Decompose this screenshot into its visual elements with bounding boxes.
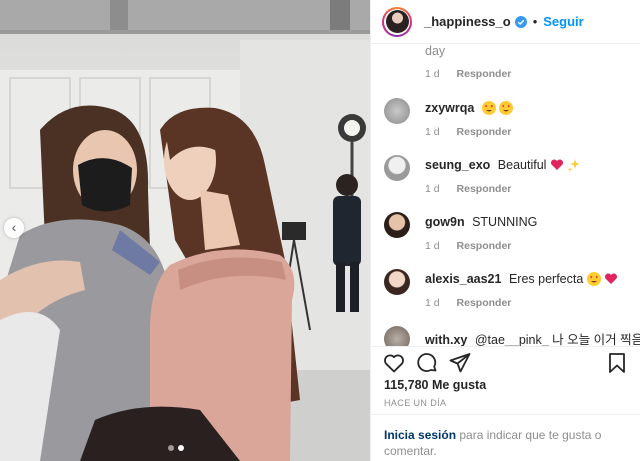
comment-username[interactable]: zxywrqa [425,101,474,115]
comment-body: zxywrqa [425,101,514,115]
reply-button[interactable]: Responder [457,183,512,195]
carousel-dots [168,445,184,451]
comment-body: gow9n STUNNING [425,215,537,229]
sparkles-emoji [567,159,581,172]
commenter-avatar[interactable] [384,212,410,238]
comments-list[interactable]: day 1 d Responder zxywrqa 1 d Responder [371,44,640,346]
comment-age: 1 d [425,240,440,252]
heart-eyes-emoji [481,101,496,115]
verified-badge-icon [514,15,527,28]
heart-icon[interactable] [382,351,406,375]
comment-meta: 1 d Responder [425,297,511,309]
comment-text: Beautiful [497,158,547,172]
commenter-avatar[interactable] [384,98,410,124]
post-timestamp: HACE UN DÍA [384,398,447,408]
reply-button[interactable]: Responder [457,126,512,138]
carousel-dot [168,445,174,451]
comment-username[interactable]: with.xy [425,333,467,346]
comment-username[interactable]: gow9n [425,215,465,229]
follow-button[interactable]: Seguir [543,14,583,29]
avatar[interactable] [382,6,412,37]
post-actions [371,346,640,374]
comment-username[interactable]: alexis_aas21 [425,272,501,286]
comment-age: 1 d [425,297,440,309]
red-heart-emoji [605,273,618,284]
heart-eyes-emoji [586,272,601,286]
comment-age: 1 d [425,68,440,80]
comment-text: Eres perfecta [508,272,584,286]
commenter-avatar[interactable] [384,269,410,295]
username-link[interactable]: _happiness_o [424,14,511,29]
reply-button[interactable]: Responder [457,297,512,309]
comment-item: zxywrqa 1 d Responder [371,96,640,152]
comment-body: alexis_aas21 Eres perfecta [425,272,618,286]
comment-meta: 1 d Responder [425,68,511,80]
comment-username[interactable]: seung_exo [425,158,490,172]
commenter-avatar[interactable] [384,326,410,346]
red-heart-emoji [550,159,563,170]
photo-scene [0,0,370,461]
share-icon[interactable] [448,351,472,375]
post-header: _happiness_o • Seguir [371,0,640,44]
heart-eyes-emoji [499,101,514,115]
comment-icon[interactable] [415,351,439,375]
comment-item: gow9n STUNNING 1 d Responder [371,210,640,266]
comment-age: 1 d [425,126,440,138]
comment-meta: 1 d Responder [425,183,511,195]
reply-button[interactable]: Responder [457,240,512,252]
carousel-dot-active [178,445,184,451]
comment-meta: 1 d Responder [425,240,511,252]
post-side-panel: _happiness_o • Seguir day 1 d Responder … [370,0,640,461]
comment-item: day 1 d Responder [371,44,640,86]
comment-age: 1 d [425,183,440,195]
reply-button[interactable]: Responder [457,68,512,80]
separator-dot: • [532,14,538,29]
comment-item: with.xy @tae__pink_ 나 오늘 이거 찍음 [371,324,640,346]
comment-meta: 1 d Responder [425,126,511,138]
login-prompt: Inicia sesión para indicar que te gusta … [371,414,640,461]
previous-photo-button[interactable]: ‹ [4,218,24,238]
commenter-avatar[interactable] [384,155,410,181]
login-link[interactable]: Inicia sesión [384,428,456,442]
comment-body: seung_exo Beautiful [425,158,581,172]
bookmark-icon[interactable] [605,351,629,375]
comment-item: seung_exo Beautiful 1 d Responder [371,153,640,209]
comment-body: with.xy @tae__pink_ 나 오늘 이거 찍음 [425,329,640,346]
likes-count[interactable]: 115,780 Me gusta [384,378,486,392]
comment-text: @tae__pink_ 나 오늘 이거 찍음 [474,333,640,346]
comment-item: alexis_aas21 Eres perfecta 1 d Responder [371,267,640,323]
comment-text: day [425,44,446,58]
post-photo[interactable]: ‹ [0,0,370,461]
comment-text: STUNNING [472,215,538,229]
